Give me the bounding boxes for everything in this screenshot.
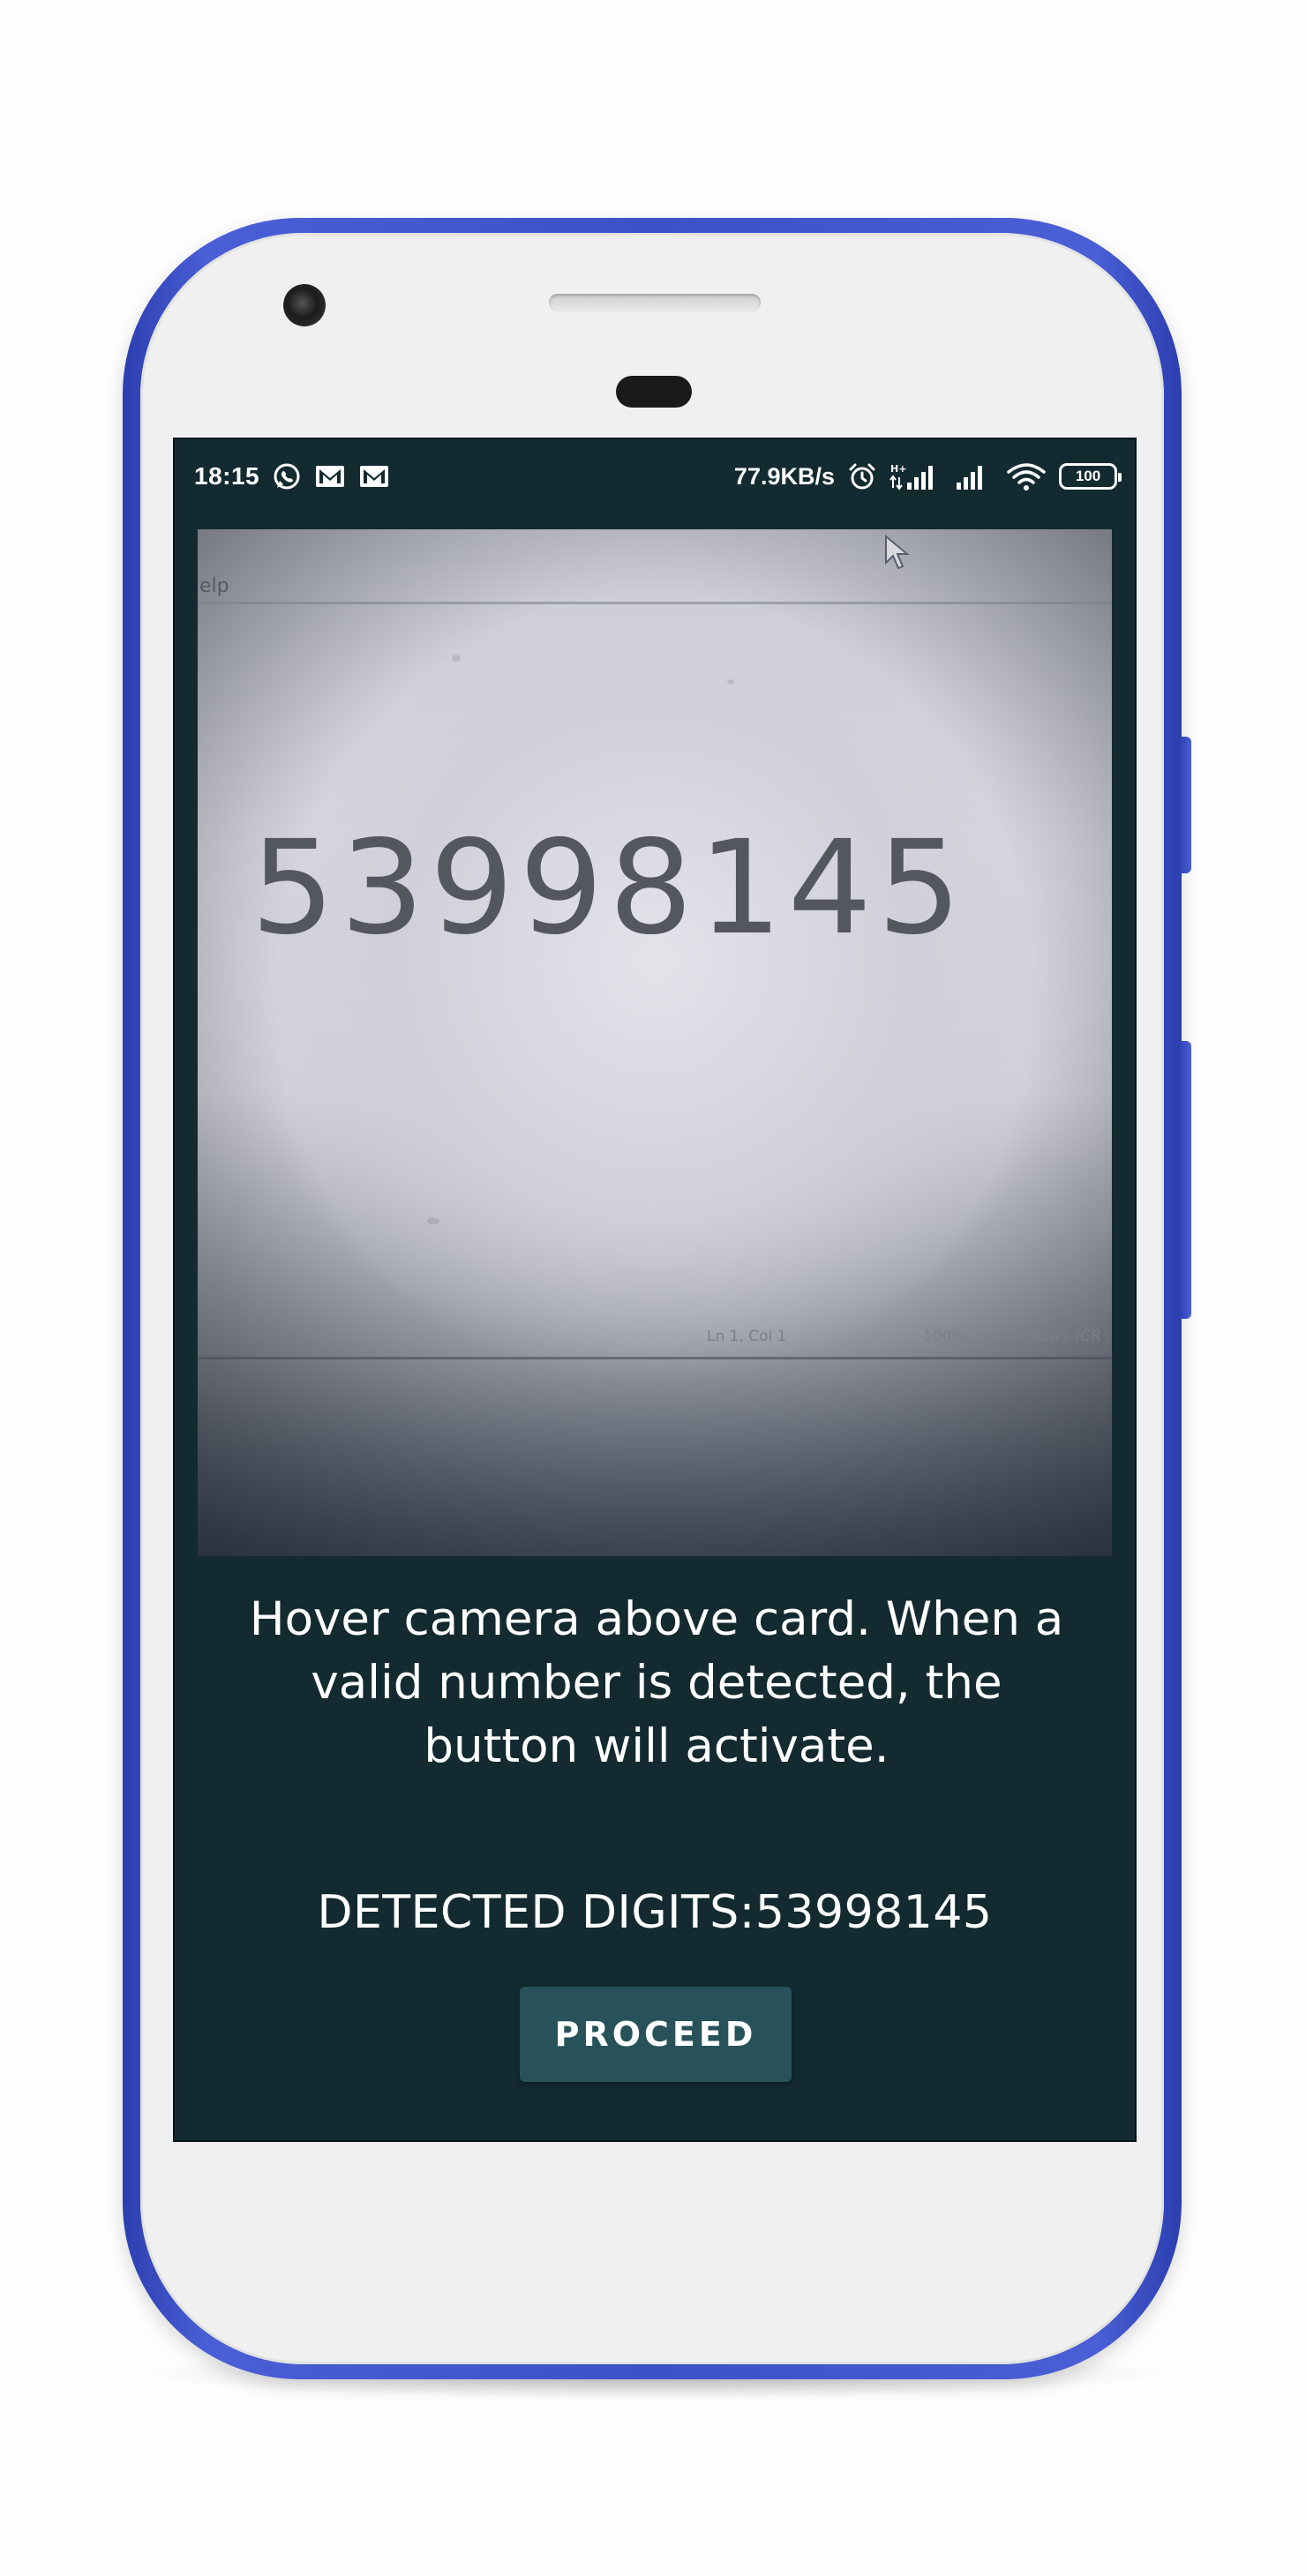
battery-icon: 100 (1059, 463, 1122, 490)
whatsapp-icon (272, 461, 302, 491)
status-bar-right: 77.9KB/s H+ 100 (733, 461, 1122, 491)
detected-digits: DETECTED DIGITS:53998145 (175, 1886, 1135, 1939)
instructions-text: Hover camera above card. When a valid nu… (249, 1592, 1064, 1773)
power-button (1179, 737, 1191, 873)
device-mockup: 18:15 77.9KB/s H+ 100 elp 53998145 Ln 1,… (0, 0, 1306, 2576)
proximity-sensor (616, 376, 692, 408)
signal-icon (955, 461, 994, 491)
mobile-data-icon: H+ (889, 461, 942, 491)
volume-button (1179, 1041, 1191, 1319)
preview-smudge (727, 679, 734, 685)
network-speed: 77.9KB/s (733, 462, 835, 490)
detected-digits-label: DETECTED DIGITS: (317, 1886, 755, 1939)
preview-smudge (427, 1217, 439, 1224)
status-time: 18:15 (194, 462, 260, 490)
camera-preview: elp 53998145 Ln 1, Col 1 100% Windows (C… (198, 529, 1112, 1556)
svg-text:H+: H+ (890, 463, 906, 475)
status-bar: 18:15 77.9KB/s H+ 100 (175, 439, 1135, 513)
proceed-button[interactable]: PROCEED (520, 1987, 792, 2082)
preview-status-zoom: 100% (923, 1328, 966, 1345)
gmail-icon (314, 463, 346, 490)
speaker-grille (549, 294, 761, 311)
front-camera (283, 284, 326, 326)
wifi-icon (1006, 461, 1047, 491)
gmail-icon (358, 463, 390, 490)
preview-smudge (452, 655, 461, 662)
alarm-icon (847, 461, 877, 491)
app-screen: 18:15 77.9KB/s H+ 100 elp 53998145 Ln 1,… (173, 438, 1137, 2142)
status-bar-left: 18:15 (194, 461, 390, 491)
preview-window-border (198, 602, 1112, 604)
detected-digits-value: 53998145 (754, 1886, 993, 1939)
preview-status-position: Ln 1, Col 1 (707, 1328, 787, 1345)
preview-status-encoding: Windows (CR (1002, 1328, 1101, 1345)
captured-number: 53998145 (251, 812, 967, 964)
mouse-cursor-icon (884, 534, 911, 576)
preview-window-menu-text: elp (199, 575, 229, 597)
preview-statusbar-border (198, 1357, 1112, 1359)
